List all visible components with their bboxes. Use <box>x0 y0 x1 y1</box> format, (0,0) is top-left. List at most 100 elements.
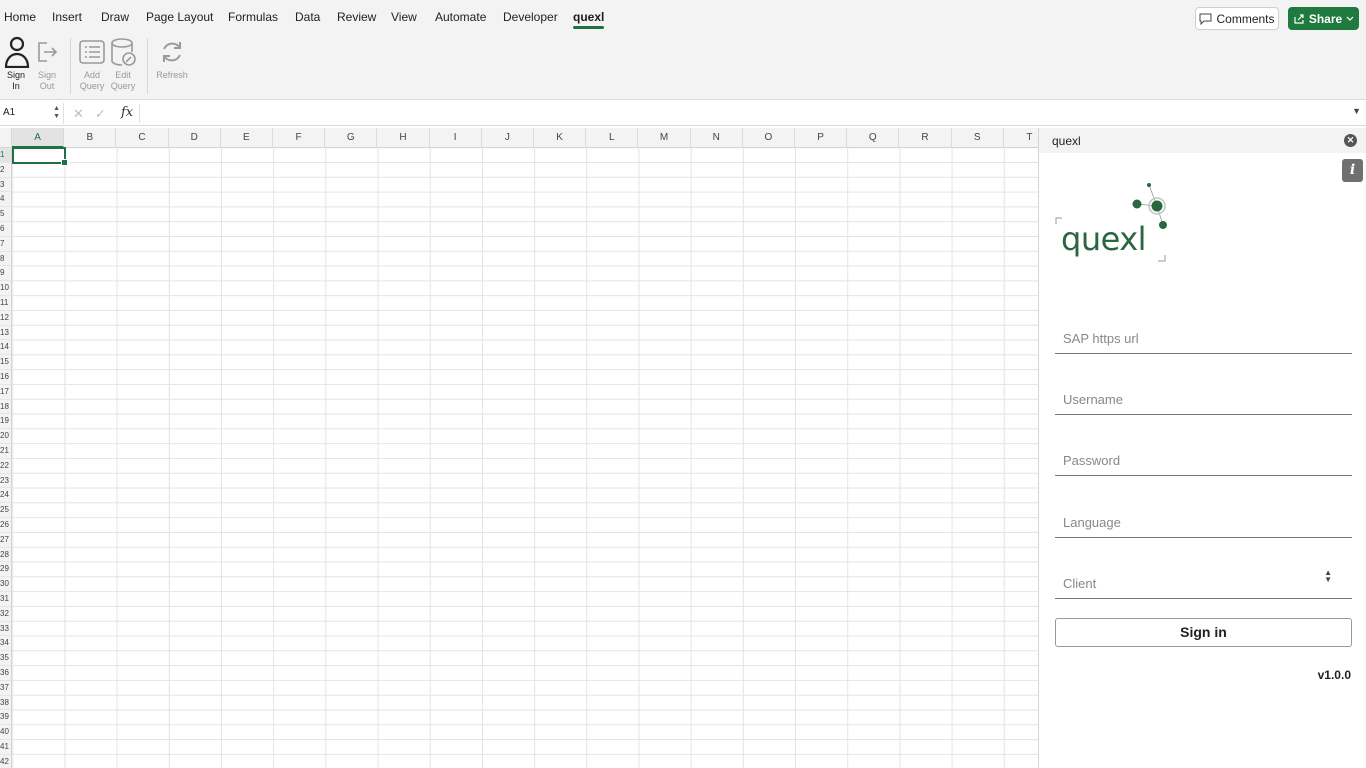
sign-in-submit-button[interactable]: Sign in <box>1055 618 1352 647</box>
row-header[interactable]: 32 <box>0 607 11 622</box>
sign-out-button[interactable]: Sign Out <box>34 36 60 92</box>
language-input[interactable] <box>1063 515 1333 530</box>
tab-formulas[interactable]: Formulas <box>228 10 278 24</box>
row-header[interactable]: 36 <box>0 666 11 681</box>
row-header[interactable]: 1 <box>0 148 11 163</box>
column-header[interactable]: Q <box>847 128 900 148</box>
row-header[interactable]: 37 <box>0 681 11 696</box>
username-input[interactable] <box>1063 392 1333 407</box>
row-header[interactable]: 22 <box>0 459 11 474</box>
row-header[interactable]: 5 <box>0 207 11 222</box>
comments-button[interactable]: Comments <box>1195 7 1279 30</box>
row-header[interactable]: 26 <box>0 518 11 533</box>
row-header[interactable]: 7 <box>0 237 11 252</box>
language-field[interactable] <box>1055 500 1352 538</box>
tab-quexl[interactable]: quexl <box>573 10 605 29</box>
client-stepper-icon[interactable]: ▲ ▼ <box>1324 569 1332 584</box>
insert-function-icon[interactable]: fx <box>121 105 133 120</box>
row-header[interactable]: 19 <box>0 414 11 430</box>
tab-automate[interactable]: Automate <box>435 10 486 24</box>
row-header[interactable]: 11 <box>0 296 11 311</box>
sign-in-button[interactable]: Sign In <box>4 36 30 92</box>
column-header[interactable]: E <box>221 128 273 148</box>
row-header[interactable]: 6 <box>0 222 11 237</box>
row-header[interactable]: 24 <box>0 488 11 504</box>
tab-home[interactable]: Home <box>4 10 36 24</box>
sap-url-field[interactable] <box>1055 316 1352 354</box>
row-header[interactable]: 25 <box>0 503 11 518</box>
row-header[interactable]: 34 <box>0 636 11 652</box>
column-header[interactable]: P <box>795 128 848 148</box>
cancel-icon[interactable]: ✕ <box>73 106 84 122</box>
row-header[interactable]: 8 <box>0 252 11 267</box>
column-header[interactable]: F <box>273 128 326 148</box>
client-input[interactable] <box>1063 576 1333 591</box>
tab-view[interactable]: View <box>391 10 417 24</box>
check-icon[interactable]: ✓ <box>95 106 106 122</box>
formula-input[interactable] <box>139 104 1349 123</box>
column-header[interactable]: D <box>169 128 221 148</box>
row-header[interactable]: 30 <box>0 577 11 592</box>
column-header[interactable]: J <box>482 128 534 148</box>
column-header[interactable]: C <box>116 128 169 148</box>
row-header[interactable]: 31 <box>0 592 11 607</box>
row-header[interactable]: 15 <box>0 355 11 370</box>
row-header[interactable]: 10 <box>0 281 11 296</box>
tab-draw[interactable]: Draw <box>101 10 129 24</box>
edit-query-button[interactable]: Edit Query <box>109 36 137 92</box>
expand-formula-icon[interactable]: ▼ <box>1352 106 1361 116</box>
column-header[interactable]: L <box>586 128 639 148</box>
active-cell[interactable] <box>12 147 68 166</box>
column-header[interactable]: H <box>377 128 430 148</box>
tab-page-layout[interactable]: Page Layout <box>146 10 213 24</box>
row-header[interactable]: 18 <box>0 400 11 415</box>
tab-data[interactable]: Data <box>295 10 320 24</box>
sap-url-input[interactable] <box>1063 331 1333 346</box>
column-header[interactable]: A <box>12 128 65 148</box>
share-button[interactable]: Share <box>1288 7 1359 30</box>
cell-area[interactable] <box>12 148 1038 768</box>
row-header[interactable]: 38 <box>0 696 11 711</box>
column-header[interactable]: B <box>64 128 117 148</box>
row-header[interactable]: 41 <box>0 740 11 755</box>
column-header[interactable]: N <box>691 128 743 148</box>
row-header[interactable]: 12 <box>0 311 11 326</box>
refresh-button[interactable]: Refresh <box>154 36 190 81</box>
column-header[interactable]: R <box>899 128 952 148</box>
tab-review[interactable]: Review <box>337 10 376 24</box>
row-header[interactable]: 23 <box>0 474 11 489</box>
column-header[interactable]: K <box>534 128 587 148</box>
name-box[interactable]: A1 ▲ ▼ <box>0 103 64 124</box>
tab-insert[interactable]: Insert <box>52 10 82 24</box>
row-header[interactable]: 33 <box>0 622 11 637</box>
password-field[interactable] <box>1055 438 1352 476</box>
row-header[interactable]: 28 <box>0 548 11 563</box>
row-header[interactable]: 16 <box>0 370 11 385</box>
row-header[interactable]: 27 <box>0 533 11 548</box>
column-header[interactable]: M <box>638 128 691 148</box>
column-header[interactable]: G <box>325 128 378 148</box>
row-header[interactable]: 21 <box>0 444 11 459</box>
row-header[interactable]: 40 <box>0 725 11 740</box>
close-icon[interactable]: ✕ <box>1344 134 1357 147</box>
name-box-spinner-icon[interactable]: ▲ ▼ <box>53 105 60 121</box>
row-header[interactable]: 3 <box>0 178 11 193</box>
info-button[interactable]: i <box>1342 159 1363 182</box>
row-header[interactable]: 39 <box>0 710 11 726</box>
column-header[interactable]: I <box>430 128 482 148</box>
row-header[interactable]: 2 <box>0 163 11 178</box>
add-query-button[interactable]: Add Query <box>78 36 106 92</box>
row-header[interactable]: 17 <box>0 385 11 400</box>
tab-developer[interactable]: Developer <box>503 10 558 24</box>
column-header[interactable]: S <box>952 128 1004 148</box>
username-field[interactable] <box>1055 377 1352 415</box>
row-header[interactable]: 42 <box>0 755 11 768</box>
column-header[interactable]: T <box>1004 128 1038 148</box>
row-header[interactable]: 20 <box>0 429 11 444</box>
row-header[interactable]: 35 <box>0 651 11 666</box>
select-all-corner[interactable] <box>0 128 12 148</box>
row-header[interactable]: 14 <box>0 340 11 356</box>
client-field[interactable]: ▲▼ <box>1055 561 1352 599</box>
row-header[interactable]: 9 <box>0 266 11 282</box>
password-input[interactable] <box>1063 453 1333 468</box>
